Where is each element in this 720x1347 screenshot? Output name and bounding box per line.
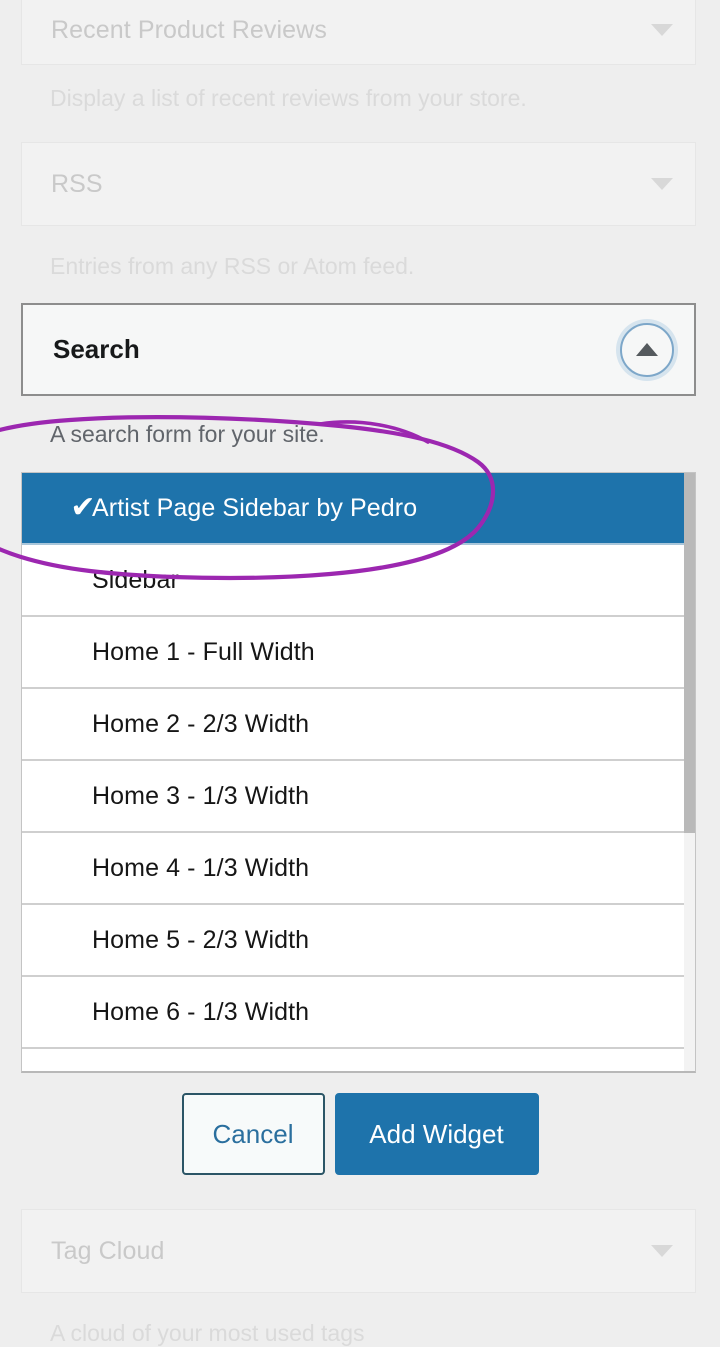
list-item-label: Home 2 - 2/3 Width — [92, 709, 310, 738]
annotation-tail-stroke — [318, 420, 430, 444]
widget-header-tag-cloud[interactable]: Tag Cloud — [21, 1209, 696, 1293]
page-title: Search — [53, 334, 140, 364]
list-item[interactable]: Home 6 - 1/3 Width — [22, 977, 695, 1049]
list-item-label: Sidebar — [92, 565, 179, 594]
list-item-label: Home 3 - 1/3 Width — [92, 781, 310, 810]
widget-description: A cloud of your most used tags — [50, 1320, 365, 1346]
list-item-label: Artist Page Sidebar by Pedro — [92, 493, 418, 522]
check-icon: ✔ — [70, 491, 96, 524]
list-scrollbar-thumb[interactable] — [684, 473, 695, 833]
widget-title: RSS — [51, 169, 103, 198]
list-item[interactable]: Home 2 - 2/3 Width — [22, 689, 695, 761]
list-item[interactable]: Home 5 - 2/3 Width — [22, 905, 695, 977]
list-item-label: Home 4 - 1/3 Width — [92, 853, 310, 882]
list-item-partial[interactable] — [22, 1049, 695, 1071]
chevron-down-icon[interactable] — [651, 24, 673, 36]
list-item[interactable]: Home 4 - 1/3 Width — [22, 833, 695, 905]
list-item[interactable]: Home 1 - Full Width — [22, 617, 695, 689]
widget-header-rss[interactable]: RSS — [21, 142, 696, 226]
list-scrollbar-track[interactable] — [684, 473, 695, 1071]
collapse-toggle-button[interactable] — [620, 322, 674, 377]
list-item[interactable]: Home 3 - 1/3 Width — [22, 761, 695, 833]
list-item[interactable]: ✔ Artist Page Sidebar by Pedro — [22, 473, 695, 545]
widget-description-search: A search form for your site. — [50, 421, 325, 447]
widget-title: Tag Cloud — [51, 1236, 165, 1265]
widget-header-recent-product-reviews[interactable]: Recent Product Reviews — [21, 0, 696, 65]
dialog-actions: Cancel Add Widget — [0, 1093, 720, 1175]
list-item-label: Home 6 - 1/3 Width — [92, 997, 310, 1026]
widget-title: Recent Product Reviews — [51, 15, 327, 44]
list-item-label: Home 5 - 2/3 Width — [92, 925, 310, 954]
add-widget-button[interactable]: Add Widget — [334, 1093, 539, 1175]
list-item-label: Home 1 - Full Width — [92, 637, 315, 666]
cancel-button[interactable]: Cancel — [181, 1093, 325, 1175]
sidebar-select-list[interactable]: ✔ Artist Page Sidebar by Pedro Sidebar H… — [21, 472, 696, 1073]
widget-description: Display a list of recent reviews from yo… — [50, 85, 527, 111]
chevron-up-icon — [636, 343, 658, 356]
widget-header-search[interactable]: Search — [21, 303, 696, 396]
list-item[interactable]: Sidebar — [22, 545, 695, 617]
widget-description: Entries from any RSS or Atom feed. — [50, 253, 415, 279]
chevron-down-icon[interactable] — [651, 178, 673, 190]
chevron-down-icon[interactable] — [651, 1245, 673, 1257]
